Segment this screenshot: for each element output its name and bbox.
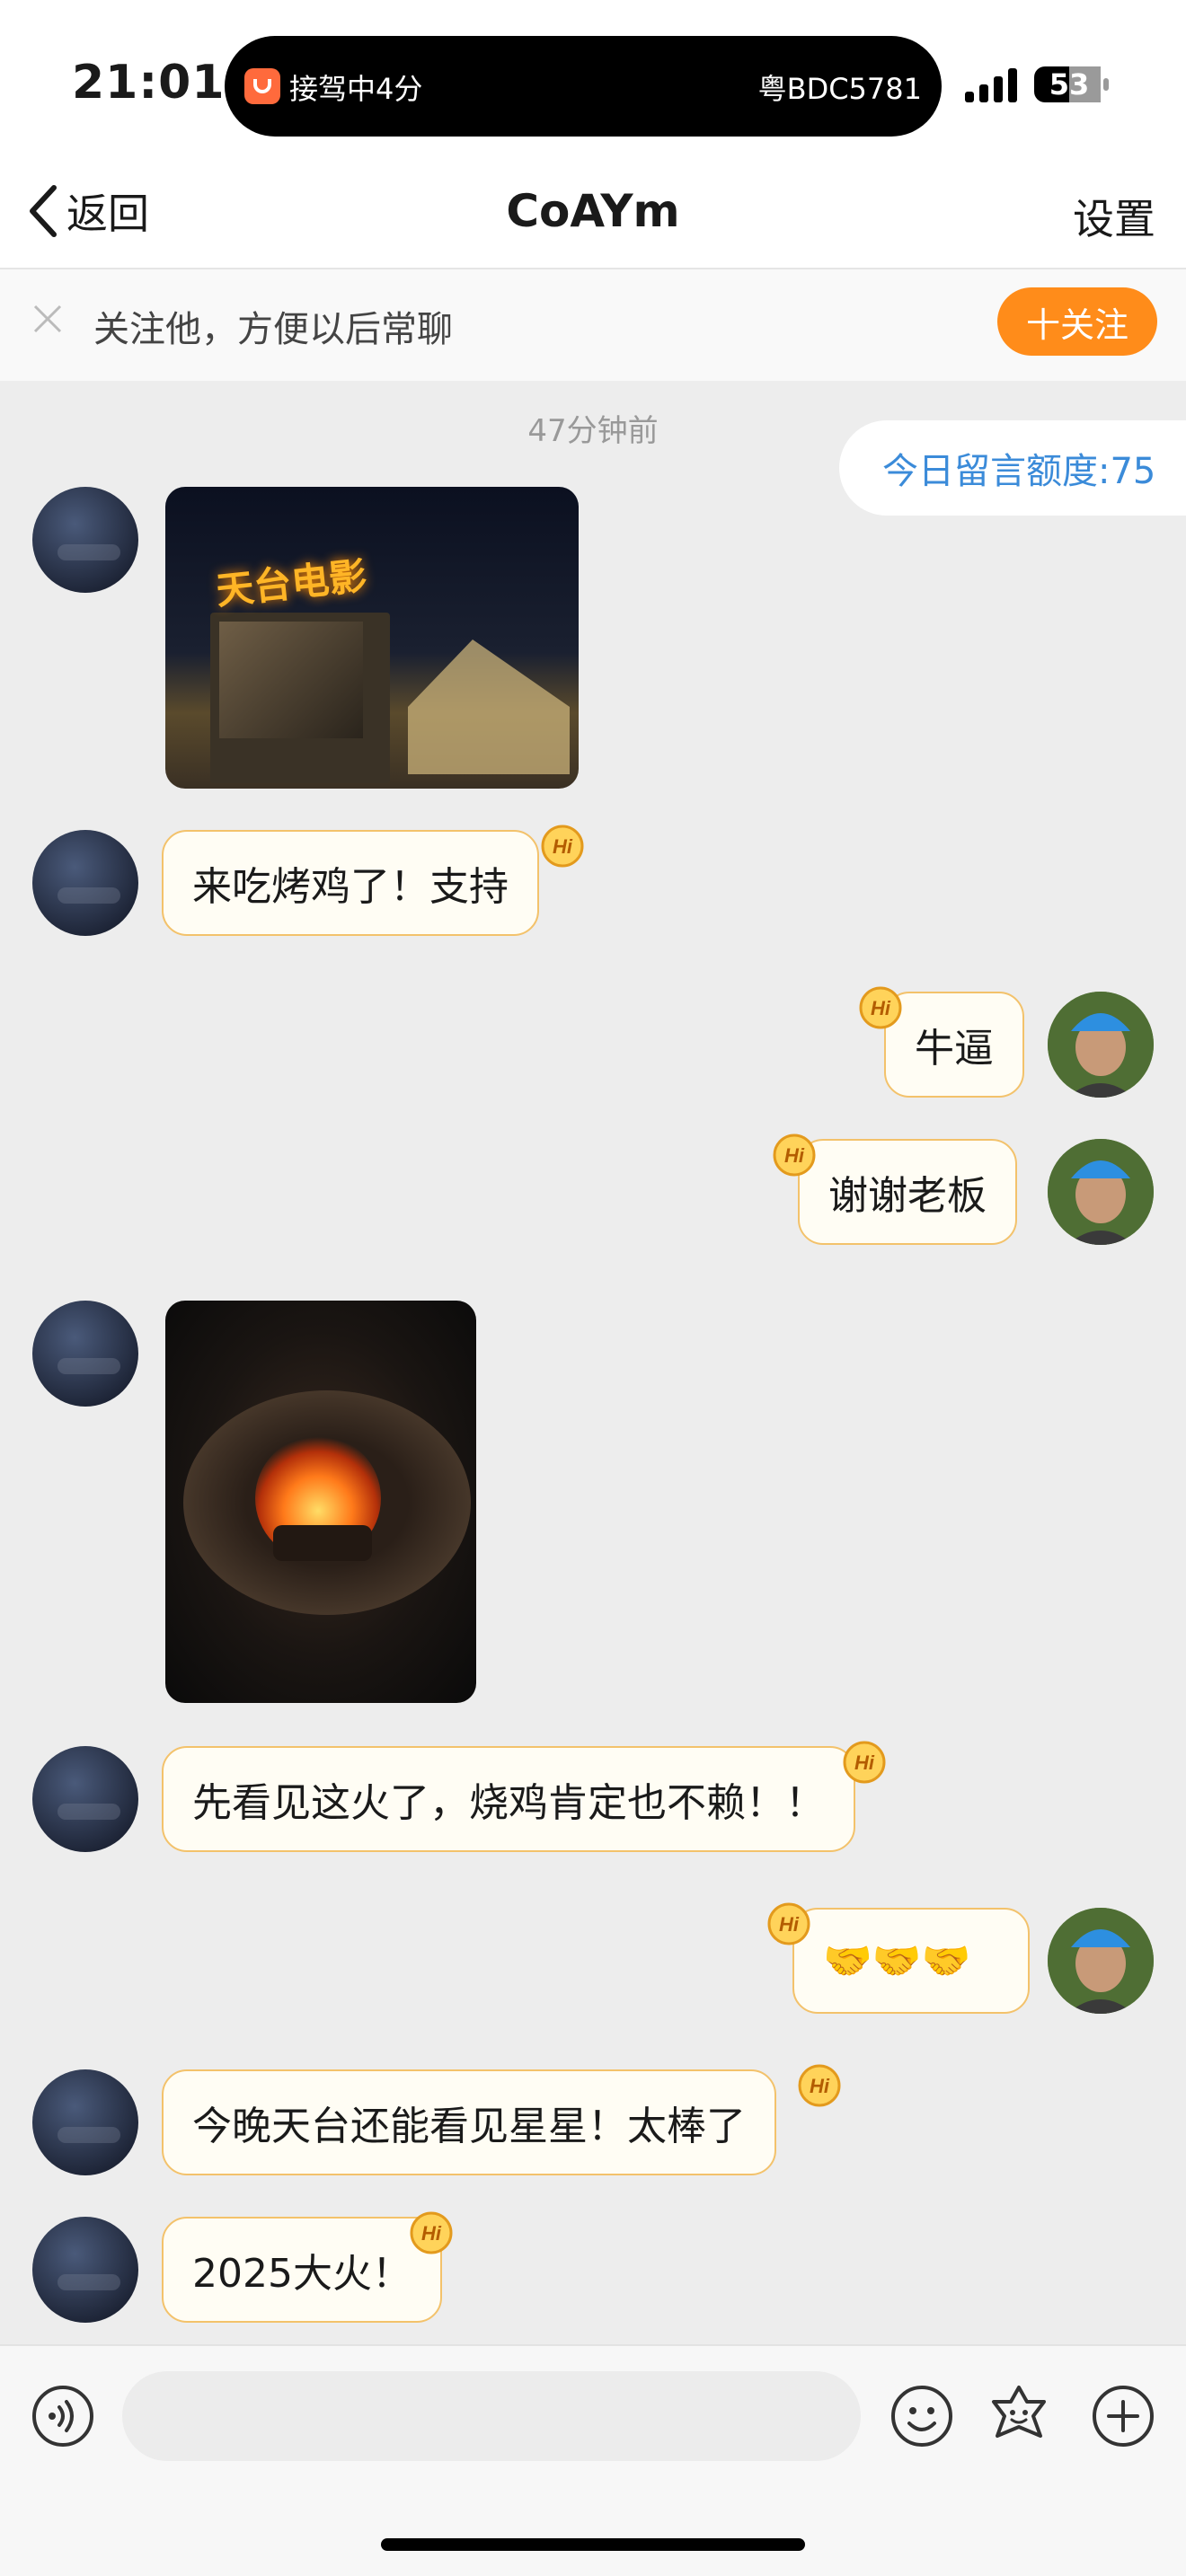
message-bubble[interactable]: 谢谢老板 (798, 1139, 1017, 1245)
svg-text:Hi: Hi (421, 2222, 442, 2245)
svg-text:Hi: Hi (810, 2075, 830, 2097)
emoji-icon[interactable] (890, 2384, 954, 2448)
cinema-sign-text: 天台电影 (214, 553, 369, 613)
message-bubble[interactable]: 来吃烤鸡了！支持 (162, 830, 539, 936)
voice-icon[interactable] (31, 2384, 95, 2448)
my-avatar[interactable] (1048, 1139, 1154, 1245)
follow-button[interactable]: 十关注 (997, 287, 1157, 356)
chat-title: CoAYm (506, 185, 680, 237)
contact-avatar[interactable] (32, 2217, 138, 2323)
message-text: 🤝🤝🤝 (823, 1938, 971, 1984)
image-message[interactable]: 天台电影 (165, 487, 579, 789)
ride-status: 接驾中4分 (289, 72, 423, 106)
svg-text:Hi: Hi (779, 1913, 800, 1936)
contact-avatar[interactable] (32, 487, 138, 593)
message-quota-badge: 今日留言额度:75 (839, 420, 1186, 516)
hi-badge-icon: Hi (843, 1741, 886, 1784)
my-avatar[interactable] (1048, 1908, 1154, 2014)
didi-app-icon (244, 68, 280, 104)
home-indicator[interactable] (381, 2538, 805, 2551)
contact-avatar[interactable] (32, 2069, 138, 2175)
my-avatar[interactable] (1048, 992, 1154, 1098)
message-text: 来吃烤鸡了！支持 (192, 864, 509, 910)
dynamic-island[interactable]: 接驾中4分 粤BDC5781 (225, 36, 942, 137)
battery-level: 53 (1049, 67, 1090, 101)
message-text: 谢谢老板 (828, 1173, 987, 1219)
svg-text:Hi: Hi (553, 835, 573, 858)
svg-text:Hi: Hi (871, 997, 891, 1019)
message-bubble[interactable]: 🤝🤝🤝 (792, 1908, 1030, 2014)
contact-avatar[interactable] (32, 1746, 138, 1852)
hi-badge-icon: Hi (798, 2064, 841, 2107)
settings-button[interactable]: 设置 (1073, 187, 1155, 246)
message-text: 牛逼 (915, 1026, 994, 1072)
message-input[interactable] (122, 2371, 861, 2461)
hi-badge-icon: Hi (767, 1902, 810, 1945)
follow-prompt: 关注他，方便以后常聊 (93, 309, 453, 350)
hi-badge-icon: Hi (541, 825, 584, 868)
hi-badge-icon: Hi (859, 986, 902, 1029)
hi-badge-icon: Hi (773, 1134, 816, 1177)
message-text: 先看见这火了，烧鸡肯定也不赖！！ (192, 1780, 825, 1826)
license-plate: 粤BDC5781 (757, 72, 922, 106)
message-text: 2025大火！ (192, 2251, 412, 2297)
svg-text:Hi: Hi (854, 1751, 875, 1774)
contact-avatar[interactable] (32, 830, 138, 936)
message-bubble[interactable]: 2025大火！ (162, 2217, 442, 2323)
message-text: 今晚天台还能看见星星！太棒了 (192, 2104, 746, 2149)
battery-icon: 53 (1033, 65, 1111, 104)
signal-icon (965, 68, 1017, 102)
close-icon[interactable] (32, 304, 63, 334)
image-message[interactable] (165, 1301, 476, 1703)
sticker-icon[interactable] (985, 2382, 1053, 2450)
add-icon[interactable] (1091, 2384, 1155, 2448)
status-time: 21:01 (72, 56, 226, 110)
message-bubble[interactable]: 今晚天台还能看见星星！太棒了 (162, 2069, 776, 2175)
svg-text:Hi: Hi (784, 1144, 805, 1167)
contact-avatar[interactable] (32, 1301, 138, 1407)
message-bubble[interactable]: 先看见这火了，烧鸡肯定也不赖！！ (162, 1746, 855, 1852)
hi-badge-icon: Hi (410, 2211, 453, 2254)
